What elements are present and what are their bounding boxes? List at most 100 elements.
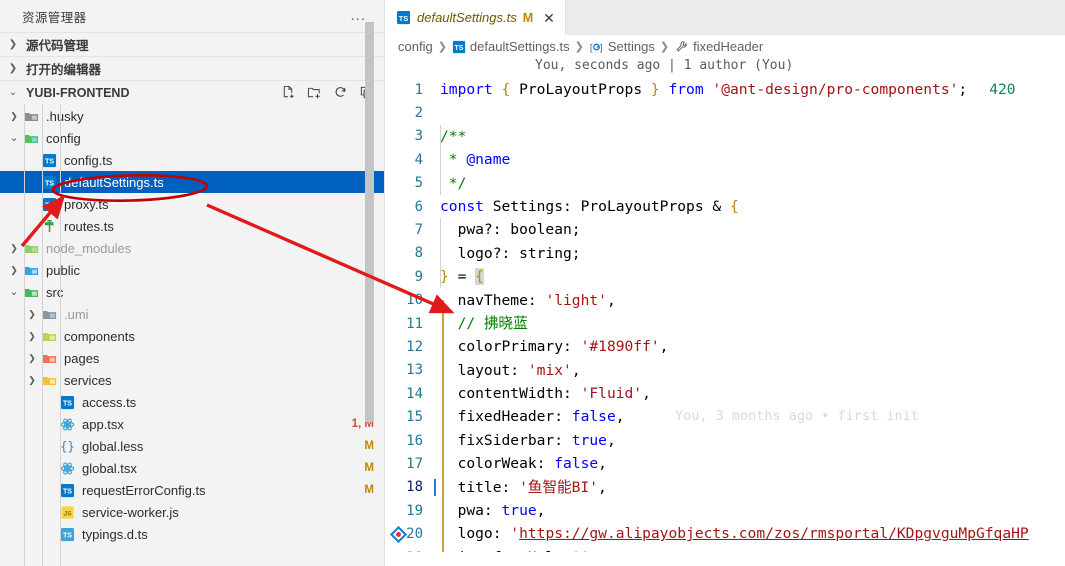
- tree-item-label: requestErrorConfig.ts: [82, 482, 206, 498]
- tree-item-config[interactable]: ⌄ config: [0, 127, 384, 149]
- code-line[interactable]: 16 fixSiderbar: true,: [385, 429, 1065, 452]
- tree-item-label: node_modules: [46, 240, 132, 256]
- refresh-icon[interactable]: [333, 85, 348, 100]
- breadcrumb-label: Settings: [607, 39, 655, 54]
- breadcrumb-item-config[interactable]: config: [398, 39, 433, 54]
- code-line-text: * @name: [440, 151, 511, 169]
- chevron-down-icon[interactable]: ⌄: [6, 281, 22, 303]
- code-line[interactable]: 18 title: '鱼智能BI',: [385, 476, 1065, 499]
- tree-item-node-modules[interactable]: ❯ node_modules: [0, 237, 384, 259]
- tree-item--umi[interactable]: ❯ .umi: [0, 303, 384, 325]
- new-folder-icon[interactable]: [307, 85, 322, 100]
- line-number: 16: [406, 432, 423, 449]
- tree-item-label: proxy.ts: [64, 196, 109, 212]
- tree-item-config-ts[interactable]: TSconfig.tsM: [0, 149, 384, 171]
- tree-item-public[interactable]: ❯ public: [0, 259, 384, 281]
- code-line[interactable]: 8 logo?: string;: [385, 242, 1065, 265]
- breadcrumb-item-fixedheader[interactable]: fixedHeader: [674, 39, 763, 54]
- code-line[interactable]: 21 iconfontUrl: '',: [385, 546, 1065, 552]
- file-tree[interactable]: ❯ .husky ⌄ config TS config.ts M TS defaultSet…: [0, 104, 384, 566]
- sidebar-section-scm-label: 源代码管理: [26, 39, 89, 53]
- property-icon: [676, 40, 687, 51]
- tree-item--husky[interactable]: ❯ .husky: [0, 105, 384, 127]
- code-line[interactable]: 19 pwa: true,: [385, 499, 1065, 522]
- code-line[interactable]: 11 // 拂晓蓝: [385, 312, 1065, 335]
- code-line[interactable]: 6 const Settings: ProLayoutProps & {: [385, 195, 1065, 218]
- code-editor[interactable]: 1 import { ProLayoutProps } from '@ant-de…: [385, 78, 1065, 552]
- code-line[interactable]: 7 pwa?: boolean;: [385, 218, 1065, 241]
- breadcrumb-item-file[interactable]: TS defaultSettings.ts: [452, 39, 570, 54]
- tree-indent-guide: [60, 104, 61, 566]
- code-line[interactable]: 13 layout: 'mix',: [385, 359, 1065, 382]
- tree-item-src[interactable]: ⌄ src: [0, 281, 384, 303]
- chevron-down-icon[interactable]: ⌄: [6, 127, 22, 149]
- line-number: 2: [414, 105, 423, 122]
- line-number: 17: [406, 455, 423, 472]
- tree-item-label: components: [64, 328, 135, 344]
- breadcrumb-separator-icon: ❯: [437, 41, 447, 53]
- breadcrumb-label: fixedHeader: [693, 39, 764, 54]
- tree-item-defaultsettings-ts[interactable]: TSdefaultSettings.tsM: [0, 171, 384, 193]
- code-line[interactable]: 2: [385, 101, 1065, 124]
- code-line[interactable]: 3 /**: [385, 125, 1065, 148]
- code-line-text: contentWidth: 'Fluid',: [440, 385, 651, 403]
- code-line[interactable]: 17 colorWeak: false,: [385, 452, 1065, 475]
- tree-item-typings-d-ts[interactable]: TS typings.d.ts: [0, 523, 384, 545]
- breadcrumb-item-settings[interactable]: [ ] Settings: [589, 39, 655, 54]
- sidebar-section-workspace[interactable]: ⌄ YUBI-FRONTEND: [0, 80, 384, 104]
- code-indent-guide: [440, 218, 441, 288]
- line-number: 1: [414, 81, 423, 98]
- tree-item-access-ts[interactable]: TS access.ts: [0, 391, 384, 413]
- tree-item-label: services: [64, 372, 112, 388]
- svg-text:TS: TS: [454, 45, 463, 52]
- chevron-right-icon[interactable]: ❯: [6, 259, 22, 281]
- chevron-right-icon[interactable]: ❯: [6, 237, 22, 259]
- new-file-icon[interactable]: [281, 85, 296, 100]
- code-line[interactable]: 4 * @name: [385, 148, 1065, 171]
- sidebar-section-scm[interactable]: ❯ 源代码管理: [0, 32, 384, 56]
- chevron-right-icon[interactable]: ❯: [24, 325, 40, 347]
- tree-item-label: src: [46, 284, 64, 300]
- chevron-right-icon[interactable]: ❯: [24, 303, 40, 325]
- chevron-right-icon[interactable]: ❯: [24, 347, 40, 369]
- code-line-text: pwa: true,: [440, 502, 546, 520]
- svg-text:TS: TS: [62, 399, 71, 407]
- tree-item-proxy-ts[interactable]: TS proxy.ts: [0, 193, 384, 215]
- code-line[interactable]: 12 colorPrimary: '#1890ff',: [385, 335, 1065, 358]
- chevron-right-icon[interactable]: ❯: [24, 369, 40, 391]
- sidebar-section-open-editors-label: 打开的编辑器: [26, 63, 102, 77]
- tree-indent-guide: [24, 104, 25, 566]
- tree-item-components[interactable]: ❯ components: [0, 325, 384, 347]
- sidebar-scrollbar[interactable]: [365, 22, 374, 422]
- tree-item-app-tsx[interactable]: app.tsx 1, M: [0, 413, 384, 435]
- tree-item-pages[interactable]: ❯ pages: [0, 347, 384, 369]
- tree-item-service-worker-js[interactable]: JS service-worker.js: [0, 501, 384, 523]
- tree-item-global-tsx[interactable]: global.tsx M: [0, 457, 384, 479]
- tab-close-icon[interactable]: ✕: [543, 11, 555, 25]
- code-line[interactable]: 9} = {: [385, 265, 1065, 288]
- text-cursor: [434, 478, 436, 496]
- code-line[interactable]: 20 logo: 'https://gw.alipayobjects.com/z…: [385, 522, 1065, 545]
- code-line[interactable]: 15 fixedHeader: false, You, 3 months ago …: [385, 405, 1065, 428]
- chevron-right-icon[interactable]: ❯: [6, 105, 22, 127]
- tree-item-requesterrorconfig-ts[interactable]: TS requestErrorConfig.ts M: [0, 479, 384, 501]
- tab-defaultSettings[interactable]: TS defaultSettings.ts M ✕: [385, 0, 566, 35]
- explorer-overflow-icon[interactable]: ...: [346, 8, 370, 23]
- code-line[interactable]: 1 import { ProLayoutProps } from '@ant-de…: [385, 78, 1065, 101]
- tree-item-global-less[interactable]: {} global.less M: [0, 435, 384, 457]
- code-line[interactable]: 14 contentWidth: 'Fluid',: [385, 382, 1065, 405]
- code-line-text: /**: [440, 127, 467, 145]
- tree-item-services[interactable]: ❯ services: [0, 369, 384, 391]
- line-number: 5: [414, 175, 423, 192]
- svg-text:JS: JS: [63, 510, 72, 517]
- code-line[interactable]: 5 */: [385, 172, 1065, 195]
- tree-item-routes-ts[interactable]: routes.tsM: [0, 215, 384, 237]
- sidebar-section-open-editors[interactable]: ❯ 打开的编辑器: [0, 56, 384, 80]
- code-line[interactable]: 10 navTheme: 'light',: [385, 289, 1065, 312]
- breadcrumb-separator-icon: ❯: [659, 41, 670, 53]
